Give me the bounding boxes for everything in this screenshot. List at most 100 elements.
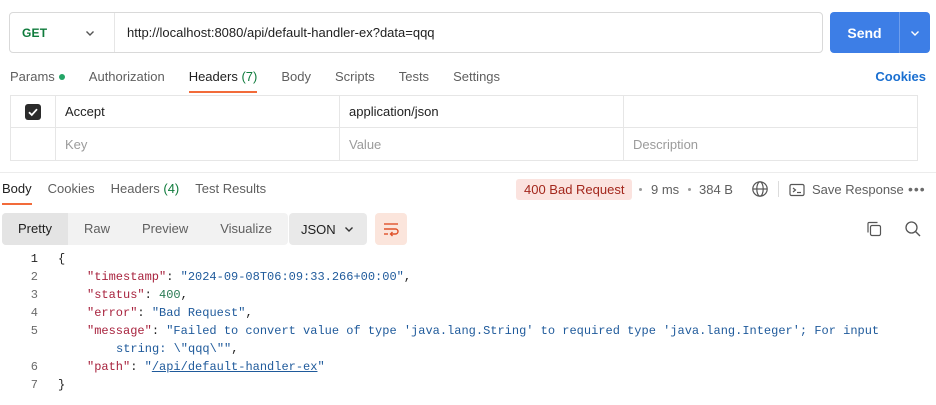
tab-label: Params <box>10 69 55 84</box>
json-string-value: "Bad Request" <box>151 306 246 320</box>
code-line: 6 "path": "/api/default-handler-ex" <box>0 358 936 376</box>
cookies-link[interactable]: Cookies <box>875 66 926 88</box>
quote: " <box>144 360 152 374</box>
view-visualize-button[interactable]: Visualize <box>204 213 288 245</box>
format-select[interactable]: JSON <box>289 213 367 245</box>
quote: " <box>317 360 325 374</box>
line-number: 2 <box>30 270 38 284</box>
search-icon[interactable] <box>904 220 922 238</box>
tab-label: Headers <box>188 69 238 84</box>
check-icon <box>28 108 38 116</box>
request-tabs: Params Authorization Headers (7) Body Sc… <box>10 66 524 94</box>
view-mode-group: Pretty Raw Preview Visualize <box>2 213 289 245</box>
json-key: "status" <box>87 288 145 302</box>
tab-count: (4) <box>163 181 180 196</box>
section-divider <box>0 172 936 173</box>
tab-headers[interactable]: Headers (7) <box>188 66 258 94</box>
chevron-down-icon <box>911 30 919 36</box>
params-indicator-dot <box>58 73 65 80</box>
tab-label: Authorization <box>88 69 165 84</box>
view-raw-button[interactable]: Raw <box>68 213 126 245</box>
json-key: "message" <box>87 324 152 338</box>
json-key: "path" <box>87 360 131 374</box>
tab-settings[interactable]: Settings <box>453 66 500 94</box>
line-number: 4 <box>30 306 38 320</box>
line-content: "status": 400, <box>87 288 188 302</box>
view-pretty-button[interactable]: Pretty <box>2 213 68 245</box>
save-response-icon <box>789 183 805 196</box>
tab-params[interactable]: Params <box>10 66 65 94</box>
checkbox-checked <box>25 103 41 120</box>
send-options-button[interactable] <box>899 12 930 53</box>
line-content: "timestamp": "2024-09-08T06:09:33.266+00… <box>87 270 412 284</box>
line-content: { <box>38 250 65 268</box>
separator-dot <box>688 188 691 191</box>
save-response-button[interactable]: Save Response <box>789 179 904 200</box>
response-tabs: Body Cookies Headers (4) Test Results <box>2 178 282 205</box>
format-label: JSON <box>301 221 336 237</box>
new-key-input[interactable]: Key <box>56 128 340 160</box>
copy-icon[interactable] <box>865 220 883 238</box>
code-line: 3 "status": 400, <box>0 286 936 304</box>
path-link[interactable]: /api/default-handler-ex <box>152 360 318 374</box>
method-select[interactable]: GET <box>10 13 115 52</box>
tab-label: Test Results <box>195 181 267 196</box>
json-number-value: 400 <box>159 288 181 302</box>
code-line: 2 "timestamp": "2024-09-08T06:09:33.266+… <box>0 268 936 286</box>
header-key-cell[interactable]: Accept <box>56 96 340 127</box>
response-size[interactable]: 384 B <box>699 179 733 200</box>
tab-count: (7) <box>241 69 258 84</box>
wrap-lines-button[interactable] <box>375 213 407 245</box>
open-brace: { <box>58 252 66 266</box>
tab-label: Body <box>281 69 311 84</box>
header-value-cell[interactable]: application/json <box>340 96 624 127</box>
line-number: 1 <box>30 252 38 266</box>
empty-check-cell <box>11 128 56 160</box>
tab-label: Scripts <box>334 69 375 84</box>
line-number: 7 <box>30 378 38 392</box>
tab-label: Tests <box>398 69 430 84</box>
separator-dot <box>639 188 642 191</box>
send-button[interactable]: Send <box>830 25 899 41</box>
url-bar: GET <box>9 12 823 53</box>
save-response-label: Save Response <box>812 182 904 197</box>
response-tab-test-results[interactable]: Test Results <box>195 178 266 202</box>
header-enabled-checkbox[interactable] <box>11 96 56 127</box>
method-label: GET <box>22 25 48 40</box>
response-tab-headers[interactable]: Headers (4) <box>111 178 180 202</box>
chevron-down-icon <box>86 30 94 36</box>
response-tab-body[interactable]: Body <box>2 178 32 205</box>
table-row-new: Key Value Description <box>11 128 917 160</box>
tab-label: Settings <box>453 69 501 84</box>
more-options-icon[interactable]: ••• <box>908 179 926 200</box>
globe-icon[interactable] <box>751 180 769 198</box>
line-content: "path": "/api/default-handler-ex" <box>87 360 325 374</box>
response-time[interactable]: 9 ms <box>651 179 679 200</box>
tab-authorization[interactable]: Authorization <box>89 66 165 94</box>
tab-tests[interactable]: Tests <box>399 66 429 94</box>
new-description-input[interactable]: Description <box>624 128 917 160</box>
json-key: "error" <box>87 306 138 320</box>
json-key: "timestamp" <box>87 270 167 284</box>
line-content: "error": "Bad Request", <box>87 306 253 320</box>
status-badge[interactable]: 400 Bad Request <box>516 179 633 200</box>
wrap-lines-icon <box>384 223 399 237</box>
code-line: 4 "error": "Bad Request", <box>0 304 936 322</box>
url-input[interactable] <box>115 13 822 52</box>
chevron-down-icon <box>345 227 353 232</box>
response-tab-cookies[interactable]: Cookies <box>48 178 95 202</box>
line-number: 3 <box>30 288 38 302</box>
header-description-cell[interactable] <box>624 96 917 127</box>
tab-scripts[interactable]: Scripts <box>335 66 375 94</box>
view-preview-button[interactable]: Preview <box>126 213 204 245</box>
json-string-value: "2024-09-08T06:09:33.266+00:00" <box>180 270 404 284</box>
json-string-value-continued: string: \"qqq\"" <box>116 342 232 356</box>
response-body-code[interactable]: 1 { 2 "timestamp": "2024-09-08T06:09:33.… <box>0 250 936 394</box>
line-number: 5 <box>30 324 38 338</box>
tab-body[interactable]: Body <box>281 66 311 94</box>
line-number: 6 <box>30 360 38 374</box>
tab-label: Body <box>2 181 32 196</box>
code-line: 5 "message": "Failed to convert value of… <box>0 322 936 358</box>
new-value-input[interactable]: Value <box>340 128 624 160</box>
close-brace: } <box>58 378 66 392</box>
